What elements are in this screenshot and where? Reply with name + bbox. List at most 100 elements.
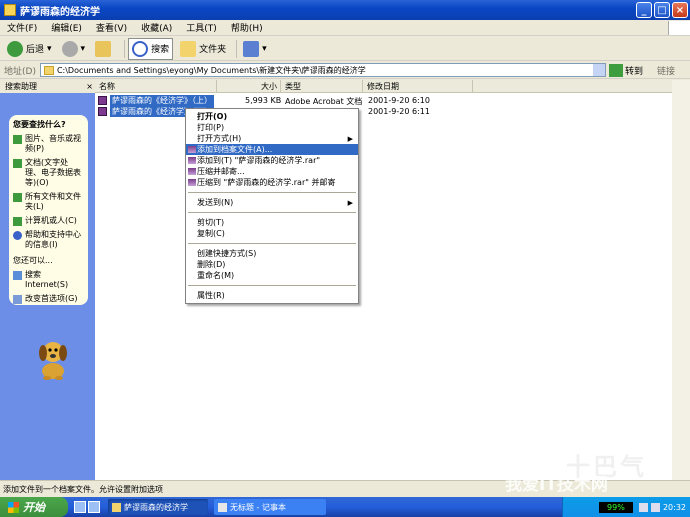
minimize-button[interactable]: _ bbox=[636, 2, 652, 18]
menu-send-to[interactable]: 发送到(N) ▶ bbox=[186, 197, 358, 208]
toolbar-separator bbox=[124, 39, 126, 58]
maximize-button[interactable]: □ bbox=[654, 2, 670, 18]
folders-button[interactable]: 文件夹 bbox=[177, 38, 229, 60]
file-type: Adobe Acrobat 文档 bbox=[285, 97, 363, 106]
taskbar: 开始 萨谬雨森的经济学 无标题 - 记事本 99% 20:32 bbox=[0, 497, 690, 517]
tray-icon[interactable] bbox=[650, 502, 660, 512]
column-header: 名称 大小 类型 修改日期 bbox=[95, 80, 690, 93]
cpu-meter[interactable]: 99% bbox=[598, 501, 633, 513]
toolbar-separator bbox=[236, 39, 238, 58]
watermark-logo: 我爱IT技术网 bbox=[505, 475, 608, 495]
menu-view[interactable]: 查看(V) bbox=[89, 21, 134, 34]
search-question: 您要查找什么? bbox=[13, 120, 66, 129]
search-dog-icon[interactable] bbox=[33, 337, 73, 380]
start-button[interactable]: 开始 bbox=[0, 497, 68, 517]
window-title: 萨谬雨森的经济学 bbox=[20, 6, 100, 18]
file-row[interactable]: 萨谬雨森的《经济学》（上） bbox=[98, 95, 214, 106]
column-type[interactable]: 类型 bbox=[281, 80, 363, 92]
address-label: 地址(D) bbox=[4, 66, 36, 77]
column-name[interactable]: 名称 bbox=[95, 80, 217, 92]
arrow-icon bbox=[13, 217, 22, 226]
menu-separator bbox=[188, 243, 356, 244]
winrar-icon bbox=[188, 179, 196, 186]
title-bar[interactable]: 萨谬雨森的经济学 _ □ × bbox=[0, 0, 690, 20]
menu-compress-named-mail[interactable]: 压缩到 "萨谬雨森的经济学.rar" 并邮寄 bbox=[186, 177, 358, 188]
file-date: 2001-9-20 6:11 bbox=[368, 107, 430, 116]
search-assistant-title: 搜索助理 bbox=[5, 82, 37, 91]
toolbar: 后退 ▾ ▾ 搜索 文件夹 ▾ bbox=[0, 37, 690, 61]
address-input[interactable]: C:\Documents and Settings\eyong\My Docum… bbox=[39, 63, 606, 77]
forward-button[interactable]: ▾ bbox=[59, 38, 89, 60]
address-path: C:\Documents and Settings\eyong\My Docum… bbox=[56, 65, 366, 75]
menu-edit[interactable]: 编辑(E) bbox=[44, 21, 89, 34]
system-tray: 99% 20:32 bbox=[562, 497, 690, 517]
folders-label: 文件夹 bbox=[199, 45, 227, 55]
close-button[interactable]: × bbox=[672, 2, 688, 18]
menu-help[interactable]: 帮助(H) bbox=[224, 21, 270, 34]
winrar-icon bbox=[188, 157, 196, 164]
address-dropdown[interactable] bbox=[592, 64, 605, 76]
rar-file-icon bbox=[98, 96, 107, 105]
clock[interactable]: 20:32 bbox=[663, 503, 686, 512]
menu-open-with[interactable]: 打开方式(H) ▶ bbox=[186, 133, 358, 144]
task-explorer[interactable]: 萨谬雨森的经济学 bbox=[108, 499, 208, 515]
also-label: 您还可以... bbox=[13, 256, 53, 265]
menu-rename[interactable]: 重命名(M) bbox=[186, 270, 358, 281]
submenu-arrow-icon: ▶ bbox=[347, 198, 353, 207]
menu-copy[interactable]: 复制(C) bbox=[186, 228, 358, 239]
column-date[interactable]: 修改日期 bbox=[363, 80, 473, 92]
search-option-documents[interactable]: 文档(文字处理、电子数据表等)(O) bbox=[13, 158, 84, 188]
vertical-scrollbar[interactable] bbox=[672, 80, 690, 480]
search-option-pictures[interactable]: 图片、音乐或视频(P) bbox=[13, 134, 84, 154]
search-assistant-header: 搜索助理 × bbox=[0, 80, 95, 93]
views-button[interactable]: ▾ bbox=[240, 38, 270, 60]
menu-bar: 文件(F) 编辑(E) 查看(V) 收藏(A) 工具(T) 帮助(H) bbox=[0, 20, 690, 36]
menu-delete[interactable]: 删除(D) bbox=[186, 259, 358, 270]
windows-logo-icon bbox=[668, 20, 690, 35]
address-bar: 地址(D) C:\Documents and Settings\eyong\My… bbox=[0, 62, 690, 79]
menu-separator bbox=[188, 192, 356, 193]
menu-open[interactable]: 打开(O) bbox=[186, 111, 358, 122]
menu-create-shortcut[interactable]: 创建快捷方式(S) bbox=[186, 248, 358, 259]
menu-favorites[interactable]: 收藏(A) bbox=[134, 21, 179, 34]
windows-flag-icon bbox=[8, 501, 19, 513]
menu-tools[interactable]: 工具(T) bbox=[179, 21, 224, 34]
winrar-icon bbox=[188, 168, 196, 175]
back-button[interactable]: 后退 ▾ bbox=[4, 38, 55, 60]
menu-print[interactable]: 打印(P) bbox=[186, 122, 358, 133]
folder-up-icon bbox=[95, 40, 112, 57]
menu-properties[interactable]: 属性(R) bbox=[186, 290, 358, 301]
search-internet-link[interactable]: 搜索Internet(S) bbox=[13, 270, 84, 290]
menu-separator bbox=[188, 212, 356, 213]
folders-icon bbox=[180, 40, 197, 57]
preferences-icon bbox=[13, 295, 22, 304]
internet-icon bbox=[13, 271, 22, 280]
menu-separator bbox=[188, 285, 356, 286]
back-label: 后退 bbox=[26, 45, 45, 55]
search-button[interactable]: 搜索 bbox=[128, 37, 174, 60]
search-option-all-files[interactable]: 所有文件和文件夹(L) bbox=[13, 192, 84, 212]
menu-add-to-archive[interactable]: 添加到档案文件(A)... bbox=[186, 144, 358, 155]
notepad-icon bbox=[218, 502, 227, 512]
quick-launch bbox=[74, 501, 102, 513]
quick-launch-icon[interactable] bbox=[88, 501, 100, 513]
up-button[interactable] bbox=[92, 38, 117, 60]
menu-cut[interactable]: 剪切(T) bbox=[186, 217, 358, 228]
file-name: 萨谬雨森的《经济学》（上） bbox=[110, 95, 214, 106]
task-notepad[interactable]: 无标题 - 记事本 bbox=[214, 499, 326, 515]
file-size: 5,993 KB bbox=[245, 96, 282, 105]
menu-add-to-named[interactable]: 添加到(T) "萨谬雨森的经济学.rar" bbox=[186, 155, 358, 166]
search-option-help[interactable]: 帮助和支持中心的信息(I) bbox=[13, 230, 84, 250]
search-option-computers[interactable]: 计算机或人(C) bbox=[13, 216, 84, 226]
column-size[interactable]: 大小 bbox=[217, 80, 281, 92]
links-label[interactable]: 链接 bbox=[657, 64, 675, 77]
forward-arrow-icon bbox=[61, 40, 78, 57]
menu-compress-mail[interactable]: 压缩并邮寄... bbox=[186, 166, 358, 177]
tray-icon[interactable] bbox=[638, 502, 648, 512]
go-arrow-icon[interactable] bbox=[608, 63, 623, 77]
change-preferences-link[interactable]: 改变首选项(G) bbox=[13, 294, 84, 304]
menu-file[interactable]: 文件(F) bbox=[0, 21, 44, 34]
quick-launch-icon[interactable] bbox=[74, 501, 86, 513]
close-icon[interactable]: × bbox=[86, 82, 93, 91]
go-button[interactable]: 转到 bbox=[625, 64, 643, 77]
